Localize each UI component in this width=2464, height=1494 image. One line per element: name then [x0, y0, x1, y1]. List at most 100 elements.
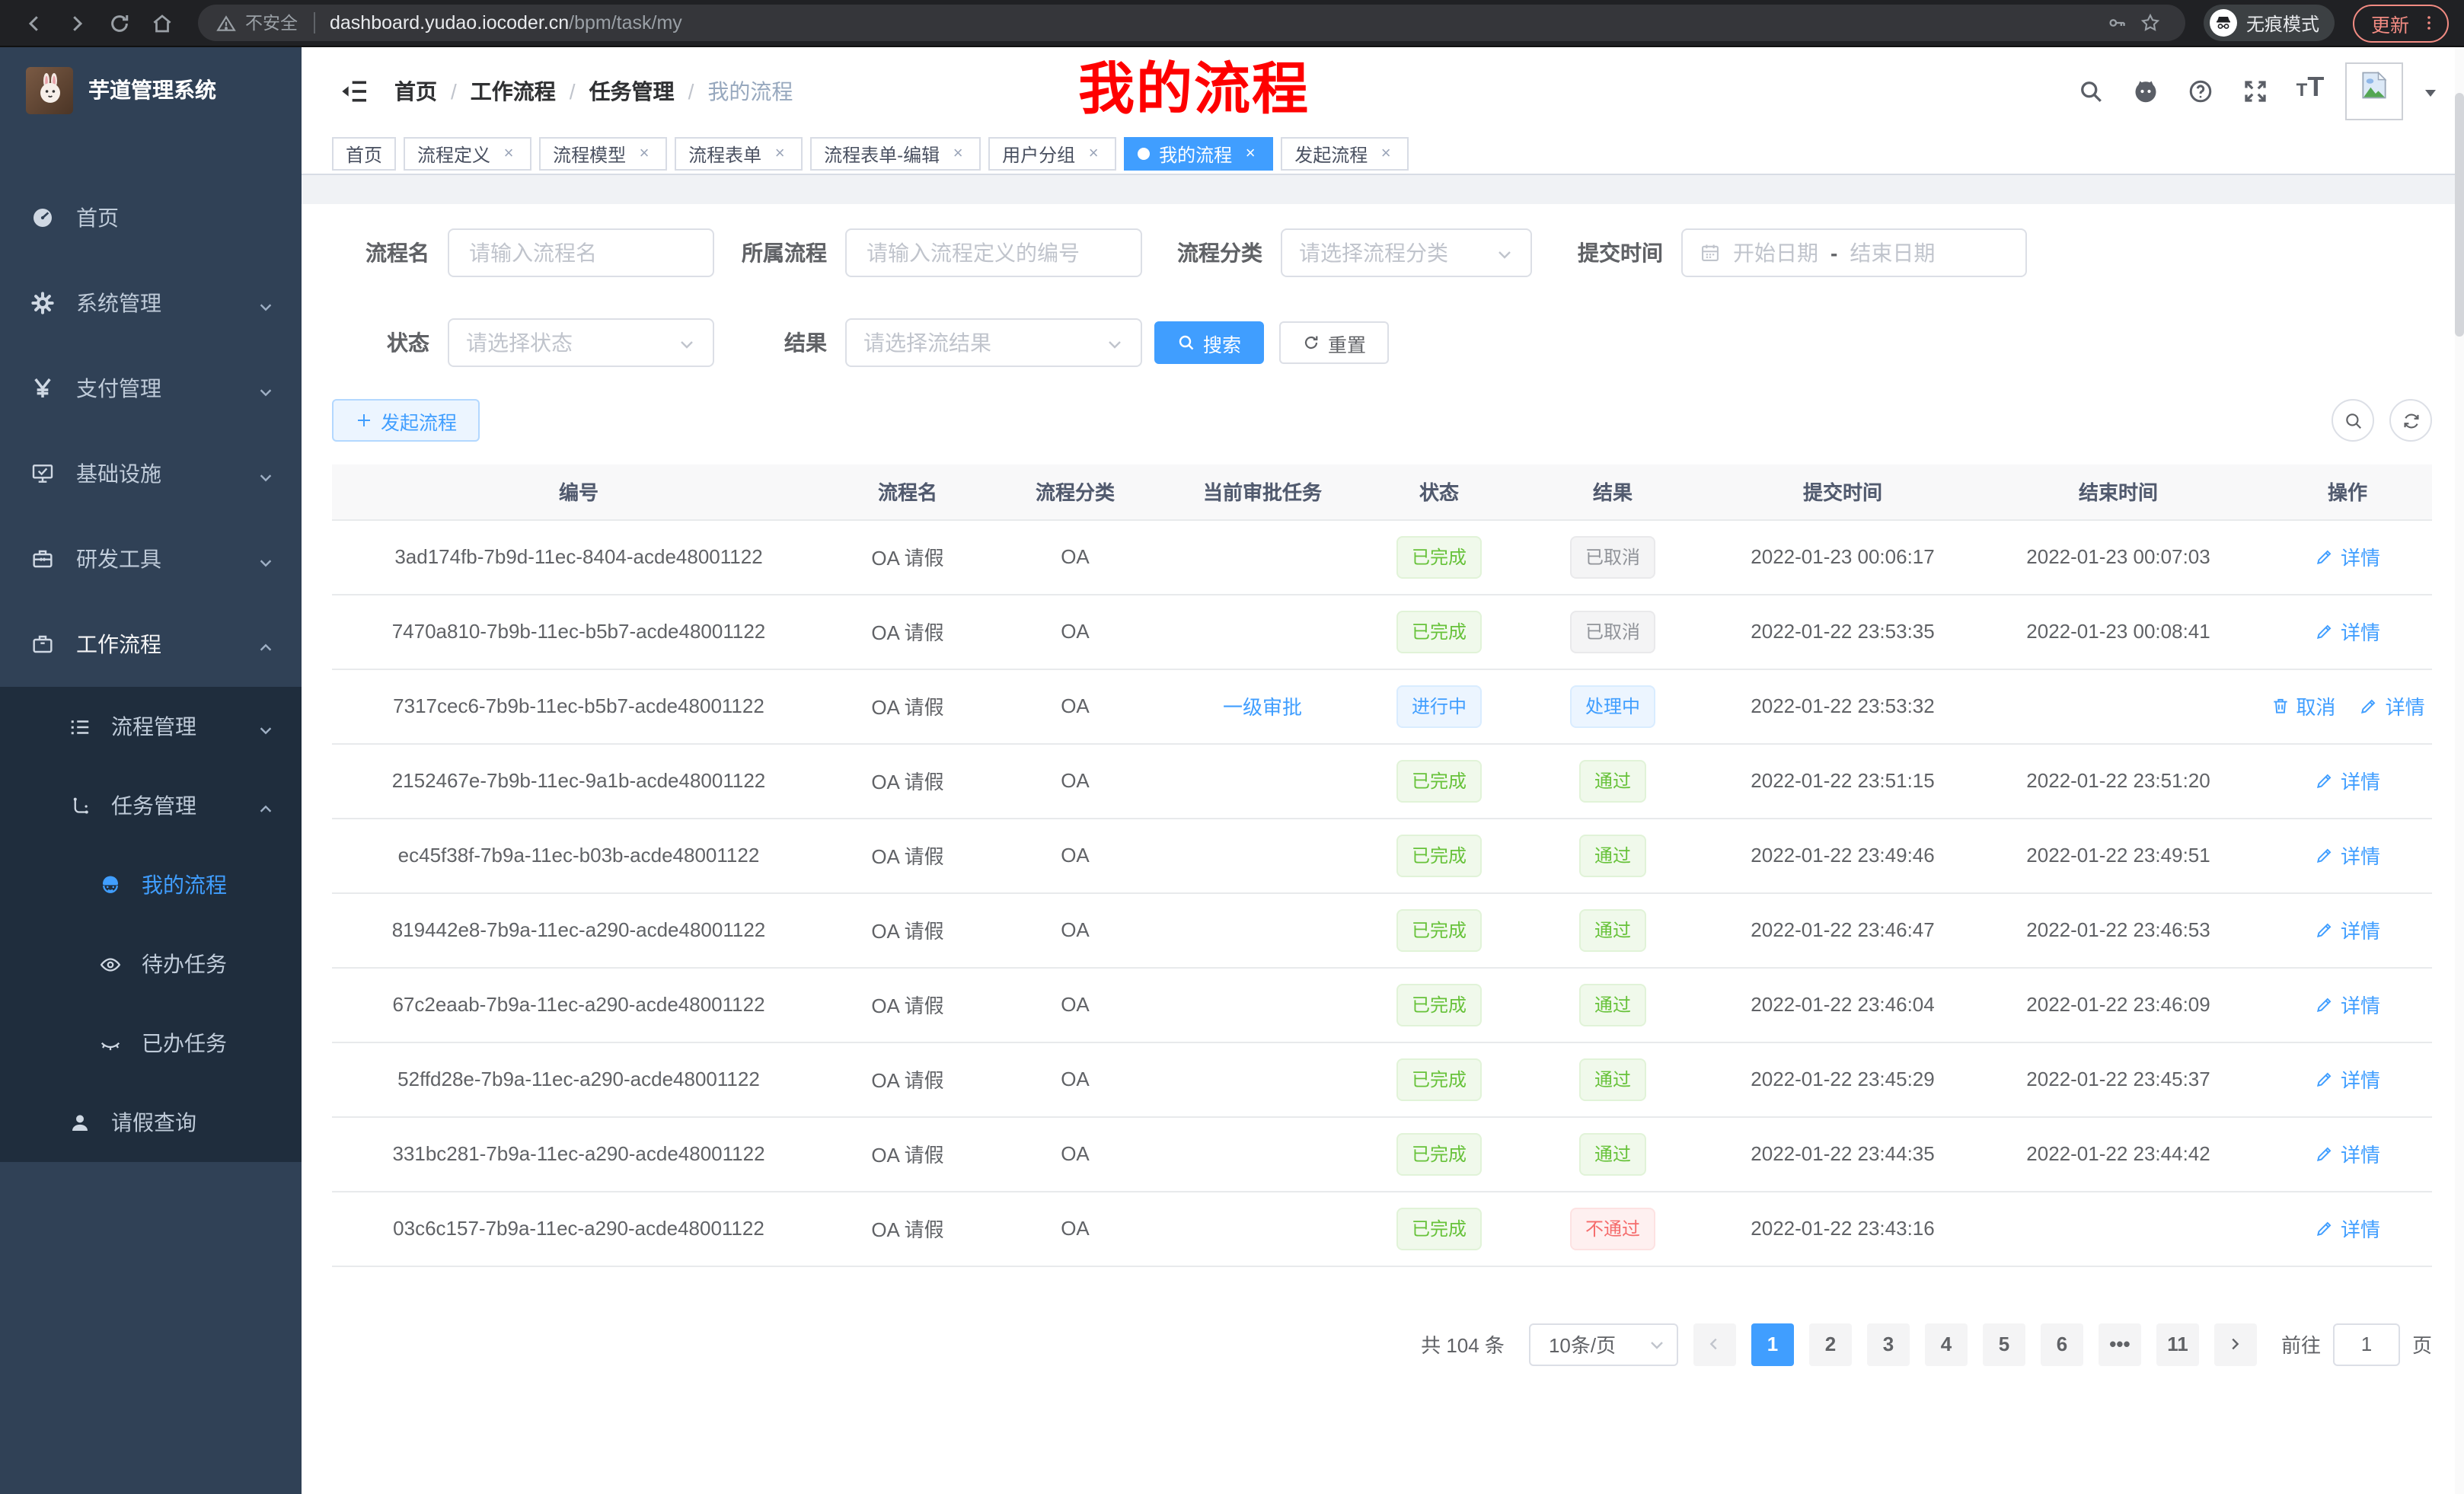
fullscreen-icon[interactable]	[2236, 71, 2275, 110]
sidebar-item-process-management[interactable]: 流程管理	[0, 687, 302, 766]
cell-name: OA 请假	[825, 594, 990, 669]
update-button[interactable]: 更新	[2353, 4, 2449, 42]
page-button-1[interactable]: 1	[1751, 1323, 1794, 1365]
cell-submit-time: 2022-01-22 23:51:15	[1712, 743, 1974, 818]
browser-reload-icon[interactable]	[101, 5, 137, 41]
detail-link[interactable]: 详情	[2315, 990, 2380, 1019]
next-page-button[interactable]	[2214, 1323, 2257, 1365]
result-select[interactable]: 请选择流结果	[845, 318, 1142, 367]
sidebar-item-payment[interactable]: 支付管理	[0, 346, 302, 431]
detail-link[interactable]: 详情	[2360, 691, 2425, 720]
sidebar-item-workflow[interactable]: 工作流程	[0, 602, 302, 687]
bookmark-star-icon[interactable]	[2134, 6, 2167, 40]
end-date-placeholder[interactable]: 结束日期	[1850, 238, 1935, 268]
browser-chrome: 不安全 dashboard.yudao.iocoder.cn/bpm/task/…	[0, 0, 2464, 47]
sidebar-item-infrastructure[interactable]: 基础设施	[0, 431, 302, 516]
sidebar-item-done-tasks[interactable]: 已办任务	[0, 1004, 302, 1083]
sidebar-item-home[interactable]: 首页	[0, 175, 302, 260]
start-process-button[interactable]: 发起流程	[332, 399, 480, 442]
page-button-5[interactable]: 5	[1983, 1323, 2025, 1365]
detail-link[interactable]: 详情	[2315, 915, 2380, 944]
close-icon[interactable]: ×	[500, 145, 518, 163]
tab-process-model[interactable]: 流程模型×	[539, 137, 667, 171]
breadcrumb-home[interactable]: 首页	[394, 75, 437, 106]
tab-process-form-edit[interactable]: 流程表单-编辑×	[810, 137, 981, 171]
browser-back-icon[interactable]	[15, 5, 52, 41]
search-icon[interactable]	[2071, 71, 2111, 110]
detail-link[interactable]: 详情	[2315, 1214, 2380, 1243]
browser-forward-icon[interactable]	[58, 5, 94, 41]
sidebar-fold-icon[interactable]	[340, 75, 370, 106]
sidebar-item-system[interactable]: 系统管理	[0, 260, 302, 346]
security-indicator[interactable]: 不安全	[216, 11, 298, 35]
detail-link[interactable]: 详情	[2315, 1139, 2380, 1168]
address-bar[interactable]: 不安全 dashboard.yudao.iocoder.cn/bpm/task/…	[198, 5, 2185, 41]
tab-process-definition[interactable]: 流程定义×	[404, 137, 531, 171]
app-logo[interactable]: 芋道管理系统	[0, 47, 302, 132]
avatar[interactable]	[2345, 62, 2403, 120]
cancel-link[interactable]: 取消	[2270, 691, 2335, 720]
browser-home-icon[interactable]	[143, 5, 180, 41]
sidebar-item-leave-query[interactable]: 请假查询	[0, 1083, 302, 1162]
refresh-table-button[interactable]	[2389, 399, 2432, 442]
process-definition-input[interactable]	[845, 228, 1142, 277]
more-pages-button[interactable]: •••	[2099, 1323, 2141, 1365]
detail-link[interactable]: 详情	[2315, 766, 2380, 795]
close-icon[interactable]: ×	[1241, 145, 1259, 163]
status-badge: 已完成	[1396, 1132, 1482, 1175]
caret-down-icon[interactable]	[2421, 81, 2440, 100]
prev-page-button[interactable]	[1693, 1323, 1736, 1365]
plus-icon	[355, 411, 373, 429]
current-task-link[interactable]: 一级审批	[1223, 691, 1302, 720]
breadcrumb-workflow[interactable]: 工作流程	[471, 75, 556, 106]
tab-process-form[interactable]: 流程表单×	[675, 137, 803, 171]
scrollbar-thumb[interactable]	[2455, 93, 2464, 337]
search-button[interactable]: 搜索	[1154, 321, 1264, 364]
github-icon[interactable]	[2126, 71, 2166, 110]
goto-page-input[interactable]	[2333, 1323, 2400, 1365]
sidebar-item-task-management[interactable]: 任务管理	[0, 766, 302, 845]
logo-image	[26, 66, 73, 113]
chevron-down-icon	[257, 295, 274, 311]
cell-id: 52ffd28e-7b9a-11ec-a290-acde48001122	[332, 1042, 825, 1116]
close-icon[interactable]: ×	[1377, 145, 1395, 163]
status-badge: 已完成	[1396, 759, 1482, 802]
help-icon[interactable]	[2181, 71, 2220, 110]
password-key-icon[interactable]	[2100, 6, 2134, 40]
start-date-placeholder[interactable]: 开始日期	[1733, 238, 1818, 268]
tab-start-process[interactable]: 发起流程×	[1281, 137, 1409, 171]
tab-home[interactable]: 首页	[332, 137, 396, 171]
menu-dots-icon[interactable]	[2420, 14, 2438, 32]
page-size-select[interactable]: 10条/页	[1529, 1323, 1678, 1365]
sidebar-item-my-process[interactable]: 我的流程	[0, 845, 302, 924]
close-icon[interactable]: ×	[949, 145, 967, 163]
detail-link[interactable]: 详情	[2315, 542, 2380, 571]
edit-icon	[2315, 994, 2335, 1014]
close-icon[interactable]: ×	[635, 145, 653, 163]
page-button-6[interactable]: 6	[2041, 1323, 2083, 1365]
cell-category: OA	[990, 818, 1160, 892]
status-select[interactable]: 请选择状态	[448, 318, 714, 367]
page-button-4[interactable]: 4	[1925, 1323, 1968, 1365]
close-icon[interactable]: ×	[771, 145, 789, 163]
detail-link[interactable]: 详情	[2315, 1065, 2380, 1093]
detail-link[interactable]: 详情	[2315, 841, 2380, 870]
sidebar-item-dev-tools[interactable]: 研发工具	[0, 516, 302, 602]
font-size-icon[interactable]: TT	[2290, 71, 2330, 110]
sidebar-item-todo-tasks[interactable]: 待办任务	[0, 924, 302, 1004]
tab-my-process[interactable]: 我的流程×	[1124, 137, 1273, 171]
page-button-11[interactable]: 11	[2156, 1323, 2199, 1365]
breadcrumb-task-management[interactable]: 任务管理	[589, 75, 675, 106]
reset-button[interactable]: 重置	[1279, 321, 1389, 364]
page-button-2[interactable]: 2	[1809, 1323, 1852, 1365]
detail-link[interactable]: 详情	[2315, 617, 2380, 646]
flow-icon	[69, 794, 91, 817]
process-name-input[interactable]	[448, 228, 714, 277]
process-category-select[interactable]: 请选择流程分类	[1281, 228, 1532, 277]
close-icon[interactable]: ×	[1084, 145, 1103, 163]
submit-time-range-picker[interactable]: 开始日期 - 结束日期	[1681, 228, 2027, 277]
content-gap	[302, 175, 2464, 204]
page-button-3[interactable]: 3	[1867, 1323, 1910, 1365]
tab-user-group[interactable]: 用户分组×	[988, 137, 1116, 171]
toggle-search-button[interactable]	[2332, 399, 2374, 442]
